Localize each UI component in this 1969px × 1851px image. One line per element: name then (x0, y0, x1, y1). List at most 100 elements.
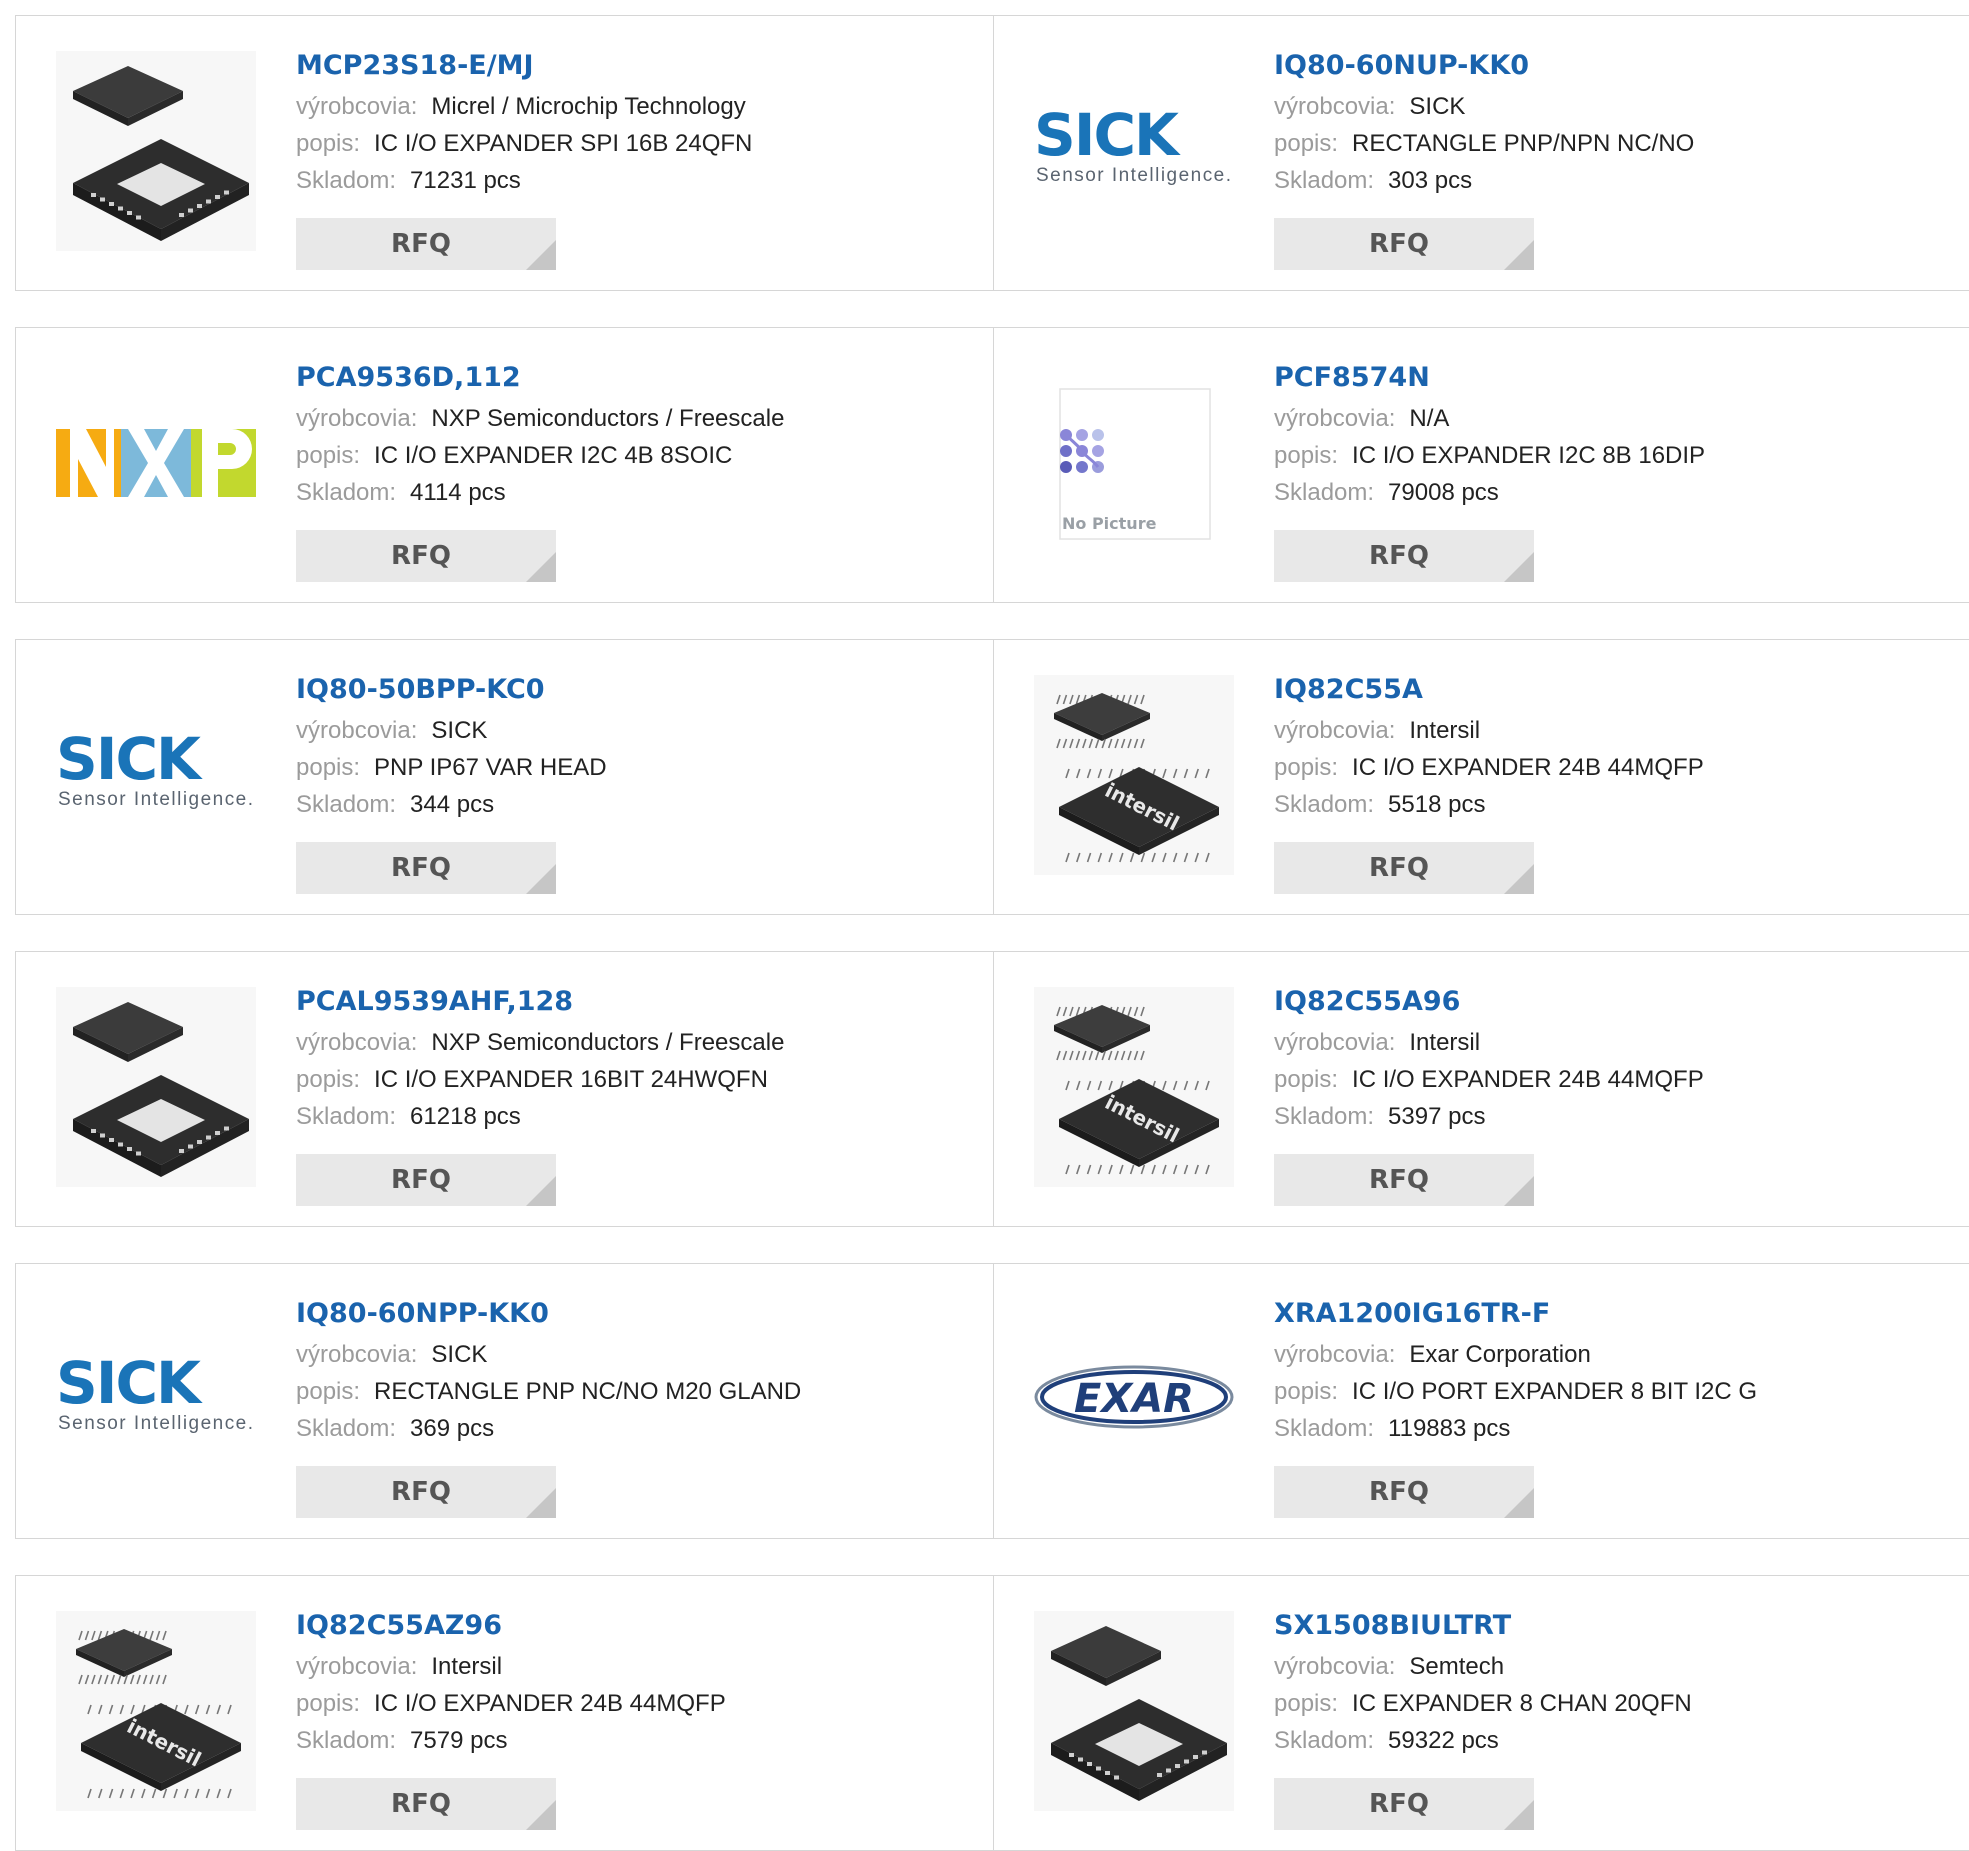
product-card: intersil IQ82C55A výrobcovia: Intersil po… (993, 639, 1969, 915)
description-label: popis: (1274, 442, 1339, 469)
qfn-chip-image (56, 987, 256, 1187)
rfq-button[interactable]: RFQ (1274, 218, 1534, 270)
rfq-label: RFQ (391, 853, 451, 883)
manufacturer-label: výrobcovia: (1274, 93, 1396, 120)
manufacturer-label: výrobcovia: (296, 1029, 418, 1056)
rfq-button[interactable]: RFQ (296, 842, 556, 894)
manufacturer-value: SICK (431, 1341, 488, 1368)
product-card: intersil IQ82C55A96 výrobcovia: Intersil … (993, 951, 1969, 1227)
svg-text:Sensor Intelligence.: Sensor Intelligence. (58, 789, 253, 810)
stock-label: Skladom: (1274, 167, 1375, 194)
part-number-link[interactable]: PCA9536D,112 (296, 356, 973, 400)
stock-row: Skladom: 303 pcs (1274, 162, 1962, 199)
part-number-link[interactable]: MCP23S18-E/MJ (296, 44, 973, 88)
rfq-button[interactable]: RFQ (1274, 1154, 1534, 1206)
description-label: popis: (296, 1690, 361, 1717)
corner-triangle-icon (1504, 1488, 1534, 1518)
sick-logo: SICK Sensor Intelligence. (56, 1299, 256, 1499)
stock-value: 59322 pcs (1388, 1727, 1499, 1754)
stock-value: 303 pcs (1388, 167, 1473, 194)
manufacturer-row: výrobcovia: Intersil (296, 1648, 973, 1685)
stock-value: 71231 pcs (410, 167, 521, 194)
description-row: popis: IC I/O EXPANDER 24B 44MQFP (1274, 749, 1962, 786)
manufacturer-label: výrobcovia: (296, 405, 418, 432)
description-value: IC I/O EXPANDER SPI 16B 24QFN (374, 130, 753, 157)
rfq-button[interactable]: RFQ (296, 530, 556, 582)
part-number-link[interactable]: IQ80-60NUP-KK0 (1274, 44, 1962, 88)
no-picture-placeholder: No Picture (1034, 363, 1234, 563)
description-row: popis: IC I/O PORT EXPANDER 8 BIT I2C G (1274, 1373, 1962, 1410)
product-card: No Picture PCF8574N výrobcovia: N/A popis… (993, 327, 1969, 603)
stock-label: Skladom: (296, 791, 397, 818)
part-number-link[interactable]: XRA1200IG16TR-F (1274, 1292, 1962, 1336)
qfn-chip-image (1034, 1611, 1234, 1811)
rfq-button[interactable]: RFQ (1274, 1466, 1534, 1518)
rfq-button[interactable]: RFQ (296, 1466, 556, 1518)
rfq-button[interactable]: RFQ (296, 218, 556, 270)
manufacturer-value: Micrel / Microchip Technology (431, 93, 746, 120)
corner-triangle-icon (526, 864, 556, 894)
stock-value: 344 pcs (410, 791, 495, 818)
rfq-button[interactable]: RFQ (1274, 530, 1534, 582)
qfp-chip-image: intersil (1034, 675, 1234, 875)
part-number-link[interactable]: IQ82C55AZ96 (296, 1604, 973, 1648)
description-row: popis: IC I/O EXPANDER 16BIT 24HWQFN (296, 1061, 973, 1098)
rfq-label: RFQ (1369, 853, 1429, 883)
rfq-label: RFQ (1369, 541, 1429, 571)
part-number-link[interactable]: IQ82C55A (1274, 668, 1962, 712)
rfq-button[interactable]: RFQ (296, 1778, 556, 1830)
product-card: SX1508BIULTRT výrobcovia: Semtech popis: I… (993, 1575, 1969, 1851)
manufacturer-value: Exar Corporation (1409, 1341, 1591, 1368)
part-number-link[interactable]: IQ82C55A96 (1274, 980, 1962, 1024)
corner-triangle-icon (526, 552, 556, 582)
stock-value: 61218 pcs (410, 1103, 521, 1130)
svg-text:No Picture: No Picture (1062, 514, 1157, 533)
corner-triangle-icon (526, 1488, 556, 1518)
description-value: IC I/O EXPANDER I2C 4B 8SOIC (374, 442, 733, 469)
svg-text:SICK: SICK (56, 1349, 203, 1417)
rfq-button[interactable]: RFQ (296, 1154, 556, 1206)
part-number-link[interactable]: PCAL9539AHF,128 (296, 980, 973, 1024)
part-number-link[interactable]: SX1508BIULTRT (1274, 1604, 1962, 1648)
exar-logo: EXAR (1034, 1299, 1234, 1499)
part-number-link[interactable]: PCF8574N (1274, 356, 1962, 400)
description-label: popis: (296, 442, 361, 469)
svg-text:EXAR: EXAR (1074, 1376, 1194, 1422)
manufacturer-row: výrobcovia: SICK (296, 712, 973, 749)
corner-triangle-icon (1504, 552, 1534, 582)
stock-row: Skladom: 7579 pcs (296, 1722, 973, 1759)
rfq-label: RFQ (1369, 229, 1429, 259)
description-label: popis: (296, 130, 361, 157)
rfq-button[interactable]: RFQ (1274, 1778, 1534, 1830)
description-value: RECTANGLE PNP/NPN NC/NO (1352, 130, 1695, 157)
stock-value: 369 pcs (410, 1415, 495, 1442)
description-value: IC I/O EXPANDER 24B 44MQFP (1352, 1066, 1704, 1093)
stock-label: Skladom: (296, 1103, 397, 1130)
rfq-button[interactable]: RFQ (1274, 842, 1534, 894)
stock-label: Skladom: (1274, 791, 1375, 818)
manufacturer-value: Intersil (431, 1653, 503, 1680)
manufacturer-label: výrobcovia: (1274, 1341, 1396, 1368)
part-number-link[interactable]: IQ80-60NPP-KK0 (296, 1292, 973, 1336)
description-value: IC I/O EXPANDER 24B 44MQFP (374, 1690, 726, 1717)
svg-text:Sensor Intelligence.: Sensor Intelligence. (1036, 165, 1231, 186)
corner-triangle-icon (1504, 240, 1534, 270)
manufacturer-row: výrobcovia: NXP Semiconductors / Freescal… (296, 400, 973, 437)
rfq-label: RFQ (391, 1165, 451, 1195)
product-card: NXP PCA9536D,112 výrobcovia: NXP Semicond… (15, 327, 994, 603)
stock-value: 4114 pcs (410, 479, 506, 506)
manufacturer-value: Semtech (1409, 1653, 1505, 1680)
stock-row: Skladom: 119883 pcs (1274, 1410, 1962, 1447)
description-row: popis: RECTANGLE PNP NC/NO M20 GLAND (296, 1373, 973, 1410)
manufacturer-value: NXP Semiconductors / Freescale (431, 405, 785, 432)
description-label: popis: (1274, 1378, 1339, 1405)
stock-row: Skladom: 61218 pcs (296, 1098, 973, 1135)
part-number-link[interactable]: IQ80-50BPP-KC0 (296, 668, 973, 712)
stock-row: Skladom: 5397 pcs (1274, 1098, 1962, 1135)
manufacturer-row: výrobcovia: Exar Corporation (1274, 1336, 1962, 1373)
stock-label: Skladom: (296, 1727, 397, 1754)
corner-triangle-icon (1504, 1800, 1534, 1830)
rfq-label: RFQ (1369, 1477, 1429, 1507)
manufacturer-row: výrobcovia: SICK (1274, 88, 1962, 125)
description-row: popis: RECTANGLE PNP/NPN NC/NO (1274, 125, 1962, 162)
